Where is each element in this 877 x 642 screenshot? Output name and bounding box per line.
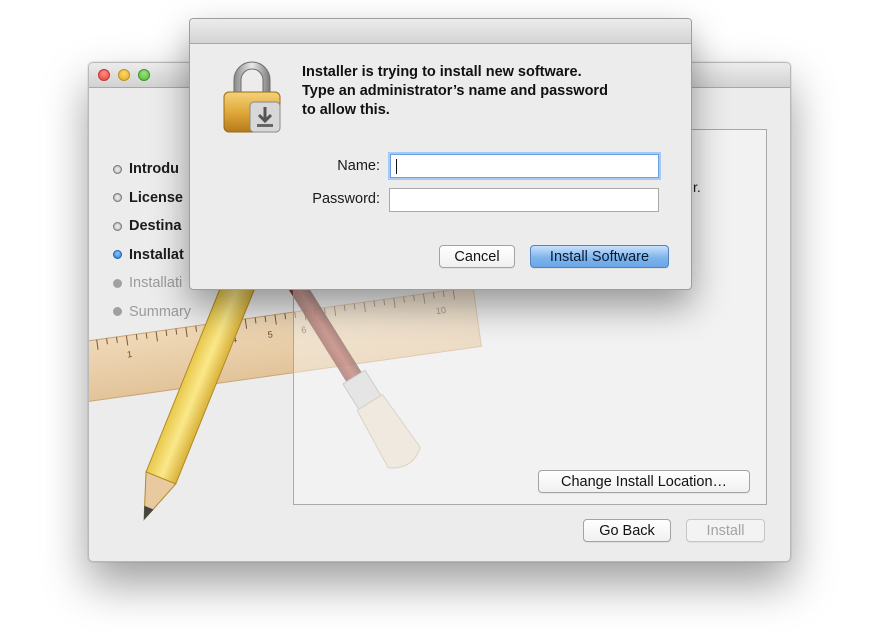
minimize-window-button[interactable] xyxy=(118,69,130,81)
step-status-icon xyxy=(113,250,122,260)
step-label: License xyxy=(129,189,183,206)
step-summary: Summary xyxy=(113,298,283,327)
auth-message-line: Installer is trying to install new softw… xyxy=(302,64,582,80)
step-label: Summary xyxy=(129,303,192,320)
name-field[interactable] xyxy=(390,154,659,178)
text-caret xyxy=(396,159,397,174)
zoom-window-button[interactable] xyxy=(138,69,150,81)
change-install-location-button[interactable]: Change Install Location… xyxy=(538,470,750,493)
lock-icon xyxy=(223,61,281,133)
auth-message-line: to allow this. xyxy=(302,102,390,118)
authentication-dialog: Installer is trying to install new softw… xyxy=(189,18,692,290)
close-window-button[interactable] xyxy=(98,69,110,81)
step-label: Installat xyxy=(129,246,184,263)
dialog-titlebar xyxy=(190,19,691,44)
go-back-button[interactable]: Go Back xyxy=(583,519,671,542)
step-status-icon xyxy=(113,307,122,317)
auth-message-line: Type an administrator’s name and passwor… xyxy=(302,83,608,99)
content-text-fragment: r. xyxy=(693,179,701,195)
password-label: Password: xyxy=(312,191,380,207)
install-button: Install xyxy=(686,519,765,542)
step-status-icon xyxy=(113,164,122,174)
step-label: Destina xyxy=(129,218,182,235)
step-label: Installati xyxy=(129,275,183,292)
password-field[interactable] xyxy=(389,188,659,212)
step-status-icon xyxy=(113,193,122,203)
cancel-button[interactable]: Cancel xyxy=(439,245,515,268)
step-status-icon xyxy=(113,221,122,231)
step-status-icon xyxy=(113,278,122,288)
install-software-button[interactable]: Install Software xyxy=(530,245,669,268)
name-label: Name: xyxy=(337,158,380,174)
step-label: Introdu xyxy=(129,161,179,178)
auth-message: Installer is trying to install new softw… xyxy=(302,63,662,120)
